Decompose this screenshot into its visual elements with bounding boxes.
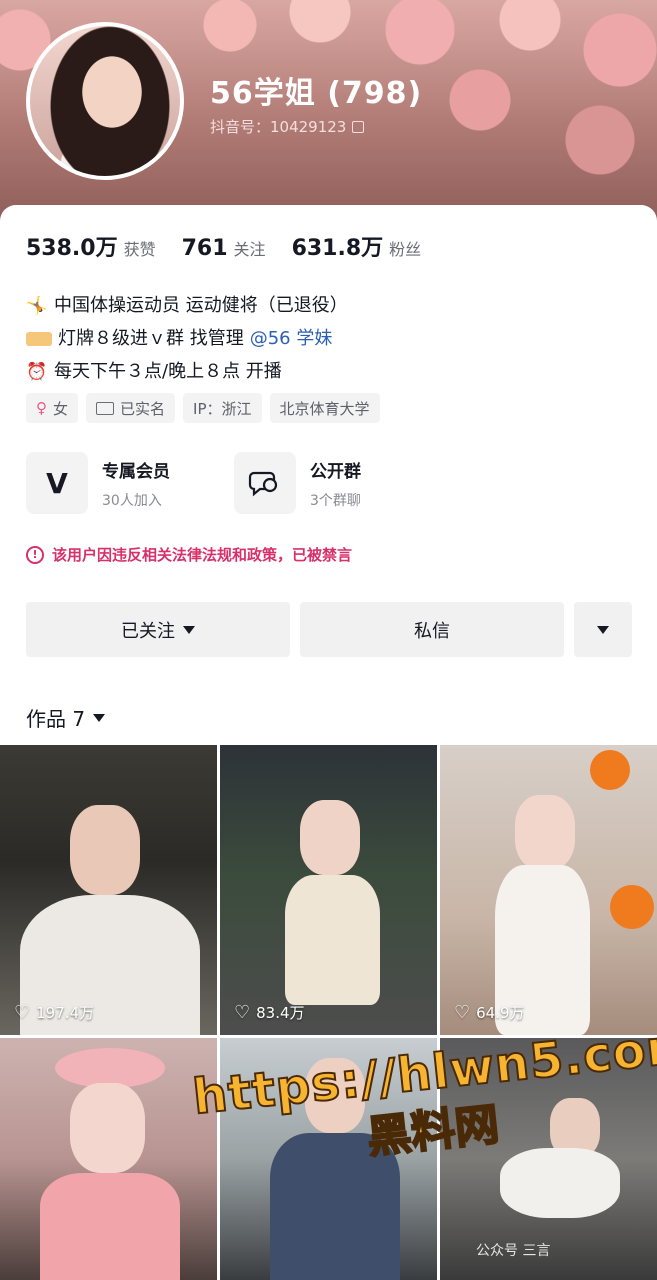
follow-button-label: 已关注 (121, 620, 175, 642)
heart-icon: ♡ (454, 1001, 471, 1023)
video-thumbnail[interactable]: ♡ 64.9万 (440, 745, 657, 1035)
caret-down-icon (93, 713, 106, 722)
followers-label: 粉丝 (389, 240, 422, 259)
group-chat-icon (234, 452, 296, 514)
thumbnail-figure (515, 795, 575, 870)
ip-tag: IP：浙江 (183, 393, 262, 423)
likes-label: 获赞 (123, 240, 156, 259)
ban-notice: ! 该用户因违反相关法律法规和政策，已被禁言 (26, 544, 352, 565)
works-title: 作品 7 (26, 707, 86, 731)
thumbnail-figure (70, 1083, 145, 1173)
bio-line-3: ⏰ 每天下午３点/晚上８点 开播 (26, 355, 348, 388)
nickname: 56学姐 (798) (210, 76, 423, 111)
thumbnail-hat (55, 1048, 165, 1088)
thumbnail-decoration (610, 885, 654, 929)
stat-followers[interactable]: 631.8万 粉丝 (292, 230, 422, 262)
stats-row: 538.0万 获赞 761 关注 631.8万 粉丝 (26, 230, 447, 262)
video-likes: ♡ 197.4万 (14, 1002, 94, 1023)
member-entry[interactable]: V 专属会员 30人加入 (26, 452, 170, 514)
id-card-icon (96, 401, 115, 415)
video-thumbnail[interactable] (0, 1038, 217, 1280)
message-button[interactable]: 私信 (300, 602, 564, 657)
group-sub: 3个群聊 (310, 492, 361, 509)
thumbnail-decoration (590, 750, 630, 790)
likes-count: 197.4万 (36, 1004, 95, 1022)
avatar[interactable] (26, 22, 184, 180)
ban-notice-text: 该用户因违反相关法律法规和政策，已被禁言 (52, 546, 353, 564)
following-label: 关注 (233, 240, 266, 259)
watermark-account: 公众号 三言 (476, 1243, 551, 1259)
bio-line-2: 灯牌８级进ｖ群 找管理 @56 学妹 (26, 322, 348, 355)
stat-likes[interactable]: 538.0万 获赞 (26, 230, 156, 262)
douyin-id[interactable]: 抖音号：10429123 (210, 116, 365, 137)
video-likes: ♡ 83.4万 (234, 1002, 305, 1023)
more-button[interactable] (574, 602, 632, 657)
bio-line-3-text: 每天下午３点/晚上８点 开播 (54, 361, 282, 382)
gender-tag: ♀ 女 (26, 393, 79, 423)
likes-count: 538.0万 (26, 236, 118, 261)
warning-icon: ! (26, 545, 44, 564)
member-v-icon: V (26, 452, 88, 514)
verified-tag: 已实名 (86, 393, 176, 423)
heart-icon: ♡ (234, 1001, 251, 1023)
video-thumbnail[interactable]: ♡ 83.4万 (220, 745, 437, 1035)
likes-count: 83.4万 (256, 1004, 305, 1022)
video-thumbnail[interactable]: ♡ 197.4万 (0, 745, 217, 1035)
follow-button[interactable]: 已关注 (26, 602, 290, 657)
following-count: 761 (181, 236, 228, 261)
profile-tags: ♀ 女 已实名 IP：浙江 北京体育大学 (26, 393, 380, 423)
followers-count: 631.8万 (291, 236, 384, 261)
thumbnail-figure (70, 805, 140, 895)
gender-text: 女 (53, 399, 69, 418)
ip-text: IP：浙江 (193, 399, 252, 418)
thumbnail-figure (300, 800, 360, 875)
bio: 🤸 中国体操运动员 运动健将（已退役） 灯牌８级进ｖ群 找管理 @56 学妹 ⏰… (26, 289, 348, 388)
message-button-label: 私信 (414, 620, 450, 642)
ticket-icon (26, 331, 52, 346)
alarm-clock-icon: ⏰ (26, 361, 48, 382)
mention-link[interactable]: @56 学妹 (250, 322, 333, 355)
group-title: 公开群 (310, 461, 361, 482)
thumbnail-figure-body (40, 1173, 180, 1280)
thumbnail-figure-body (500, 1148, 620, 1218)
works-grid: ♡ 197.4万 ♡ 83.4万 ♡ 64.9万 (0, 745, 657, 1280)
heart-icon: ♡ (14, 1001, 31, 1023)
school-tag[interactable]: 北京体育大学 (269, 393, 380, 423)
stat-following[interactable]: 761 关注 (182, 236, 266, 261)
female-icon: ♀ (36, 399, 47, 417)
school-text: 北京体育大学 (279, 399, 370, 418)
video-likes: ♡ 64.9万 (454, 1002, 525, 1023)
bio-line-1-text: 中国体操运动员 运动健将（已退役） (54, 295, 348, 316)
member-sub: 30人加入 (102, 492, 162, 509)
caret-down-icon (183, 625, 195, 634)
gymnast-icon: 🤸 (26, 295, 48, 316)
douyin-id-text: 抖音号：10429123 (210, 118, 347, 136)
bio-line-1: 🤸 中国体操运动员 运动健将（已退役） (26, 289, 348, 322)
bio-line-2-text: 灯牌８级进ｖ群 找管理 (58, 328, 244, 349)
group-entry[interactable]: 公开群 3个群聊 (234, 452, 361, 514)
thumbnail-figure-body (285, 875, 380, 1005)
caret-down-icon (597, 625, 609, 634)
profile-card: 538.0万 获赞 761 关注 631.8万 粉丝 🤸 中国体操运动员 运动健… (0, 205, 657, 745)
copy-icon[interactable] (352, 120, 365, 133)
verified-text: 已实名 (120, 399, 166, 418)
member-title: 专属会员 (102, 461, 170, 482)
likes-count: 64.9万 (476, 1004, 525, 1022)
works-tab[interactable]: 作品 7 (26, 703, 106, 732)
